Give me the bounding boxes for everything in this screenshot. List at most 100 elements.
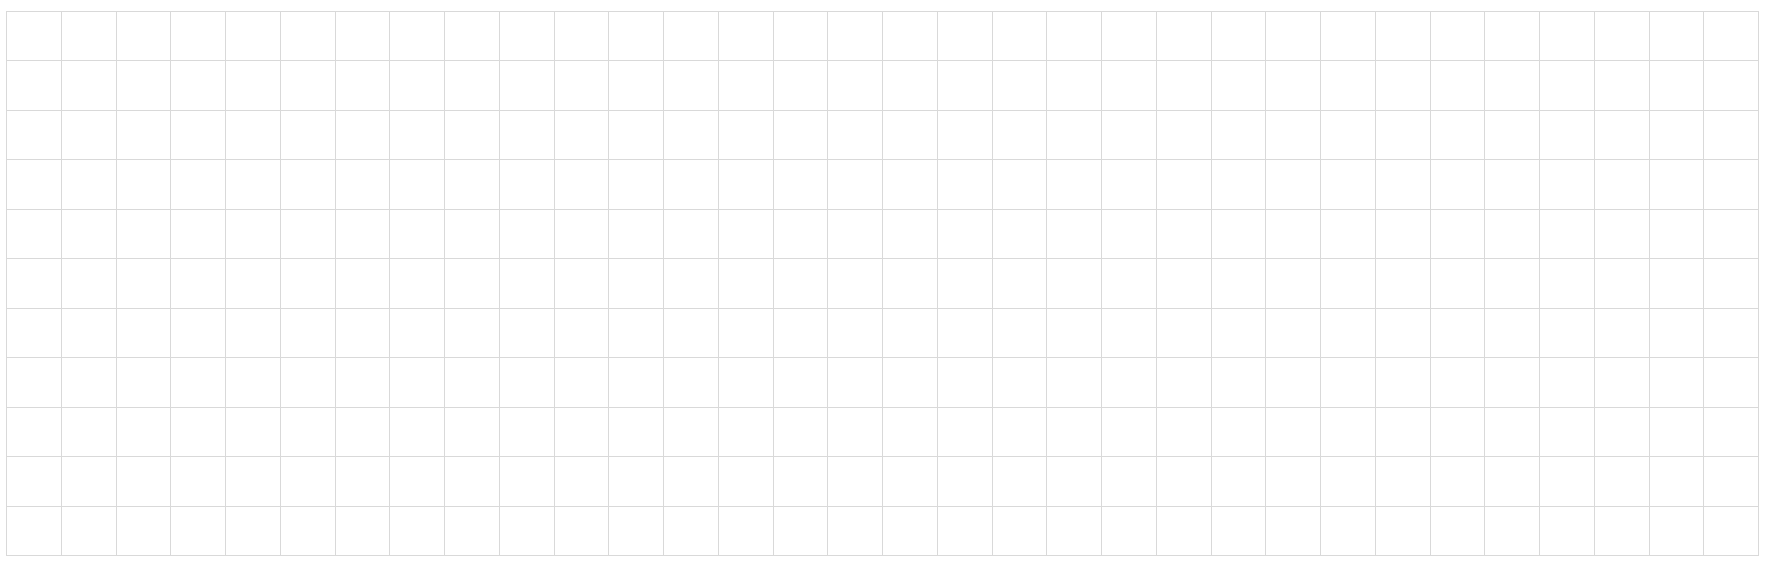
grid-cell[interactable] bbox=[772, 456, 829, 507]
grid-cell[interactable] bbox=[608, 258, 664, 309]
grid-cell[interactable] bbox=[1539, 357, 1595, 408]
grid-cell[interactable] bbox=[6, 406, 62, 458]
grid-cell[interactable] bbox=[6, 10, 62, 62]
grid-cell[interactable] bbox=[717, 307, 774, 359]
grid-cell[interactable] bbox=[389, 10, 445, 62]
grid-cell[interactable] bbox=[1429, 159, 1486, 210]
grid-cell[interactable] bbox=[936, 357, 993, 408]
grid-cell[interactable] bbox=[1265, 406, 1321, 458]
grid-cell[interactable] bbox=[279, 159, 336, 210]
grid-cell[interactable] bbox=[1593, 357, 1650, 408]
grid-cell[interactable] bbox=[772, 505, 829, 557]
grid-cell[interactable] bbox=[170, 258, 226, 309]
grid-cell[interactable] bbox=[1320, 60, 1376, 111]
grid-cell[interactable] bbox=[882, 456, 938, 507]
grid-cell[interactable] bbox=[608, 357, 664, 408]
grid-cell[interactable] bbox=[1703, 406, 1759, 458]
grid-cell[interactable] bbox=[991, 258, 1048, 309]
grid-cell[interactable] bbox=[115, 10, 172, 62]
grid-cell[interactable] bbox=[1210, 406, 1267, 458]
grid-cell[interactable] bbox=[1374, 307, 1431, 359]
grid-cell[interactable] bbox=[553, 60, 610, 111]
grid-cell[interactable] bbox=[170, 307, 226, 359]
grid-cell[interactable] bbox=[991, 208, 1048, 260]
grid-cell[interactable] bbox=[608, 505, 664, 557]
grid-cell[interactable] bbox=[991, 10, 1048, 62]
grid-cell[interactable] bbox=[1210, 505, 1267, 557]
grid-cell[interactable] bbox=[663, 60, 719, 111]
grid-cell[interactable] bbox=[170, 406, 226, 458]
grid-cell[interactable] bbox=[1210, 258, 1267, 309]
grid-cell[interactable] bbox=[1429, 307, 1486, 359]
grid-cell[interactable] bbox=[1648, 109, 1705, 161]
grid-cell[interactable] bbox=[115, 109, 172, 161]
grid-cell[interactable] bbox=[60, 406, 117, 458]
grid-cell[interactable] bbox=[444, 109, 500, 161]
grid-cell[interactable] bbox=[553, 307, 610, 359]
grid-cell[interactable] bbox=[334, 406, 391, 458]
grid-cell[interactable] bbox=[1210, 357, 1267, 408]
grid-cell[interactable] bbox=[553, 208, 610, 260]
grid-cell[interactable] bbox=[225, 456, 281, 507]
grid-cell[interactable] bbox=[882, 406, 938, 458]
grid-cell[interactable] bbox=[1265, 357, 1321, 408]
grid-cell[interactable] bbox=[1155, 159, 1212, 210]
grid-cell[interactable] bbox=[772, 159, 829, 210]
grid-cell[interactable] bbox=[115, 357, 172, 408]
grid-cell[interactable] bbox=[1593, 208, 1650, 260]
grid-cell[interactable] bbox=[334, 505, 391, 557]
grid-cell[interactable] bbox=[1703, 258, 1759, 309]
grid-cell[interactable] bbox=[444, 159, 500, 210]
grid-cell[interactable] bbox=[553, 505, 610, 557]
grid-cell[interactable] bbox=[936, 505, 993, 557]
grid-cell[interactable] bbox=[663, 456, 719, 507]
grid-cell[interactable] bbox=[882, 208, 938, 260]
grid-cell[interactable] bbox=[225, 10, 281, 62]
grid-cell[interactable] bbox=[498, 208, 555, 260]
grid-cell[interactable] bbox=[1648, 307, 1705, 359]
grid-cell[interactable] bbox=[444, 258, 500, 309]
grid-cell[interactable] bbox=[389, 406, 445, 458]
grid-cell[interactable] bbox=[1155, 258, 1212, 309]
grid-cell[interactable] bbox=[1046, 357, 1102, 408]
grid-cell[interactable] bbox=[553, 406, 610, 458]
grid-cell[interactable] bbox=[1265, 505, 1321, 557]
grid-cell[interactable] bbox=[1374, 159, 1431, 210]
grid-cell[interactable] bbox=[1046, 10, 1102, 62]
grid-cell[interactable] bbox=[1210, 208, 1267, 260]
grid-cell[interactable] bbox=[1429, 60, 1486, 111]
grid-cell[interactable] bbox=[1429, 357, 1486, 408]
grid-cell[interactable] bbox=[498, 60, 555, 111]
grid-cell[interactable] bbox=[936, 60, 993, 111]
grid-cell[interactable] bbox=[1484, 159, 1540, 210]
grid-cell[interactable] bbox=[1648, 258, 1705, 309]
grid-cell[interactable] bbox=[1210, 307, 1267, 359]
grid-cell[interactable] bbox=[1155, 406, 1212, 458]
grid-cell[interactable] bbox=[225, 258, 281, 309]
grid-cell[interactable] bbox=[1593, 159, 1650, 210]
grid-cell[interactable] bbox=[115, 505, 172, 557]
grid-cell[interactable] bbox=[882, 10, 938, 62]
grid-cell[interactable] bbox=[1320, 159, 1376, 210]
grid-cell[interactable] bbox=[334, 10, 391, 62]
grid-cell[interactable] bbox=[1539, 505, 1595, 557]
grid-cell[interactable] bbox=[882, 109, 938, 161]
grid-cell[interactable] bbox=[882, 60, 938, 111]
grid-cell[interactable] bbox=[1484, 456, 1540, 507]
grid-cell[interactable] bbox=[498, 109, 555, 161]
grid-cell[interactable] bbox=[170, 109, 226, 161]
grid-cell[interactable] bbox=[6, 60, 62, 111]
grid-cell[interactable] bbox=[279, 406, 336, 458]
grid-cell[interactable] bbox=[1429, 208, 1486, 260]
grid-cell[interactable] bbox=[1101, 505, 1157, 557]
grid-cell[interactable] bbox=[389, 208, 445, 260]
grid-cell[interactable] bbox=[1648, 357, 1705, 408]
grid-cell[interactable] bbox=[1484, 109, 1540, 161]
grid-cell[interactable] bbox=[115, 208, 172, 260]
grid-cell[interactable] bbox=[279, 10, 336, 62]
grid-cell[interactable] bbox=[60, 109, 117, 161]
grid-cell[interactable] bbox=[225, 357, 281, 408]
grid-cell[interactable] bbox=[1265, 60, 1321, 111]
grid-cell[interactable] bbox=[115, 307, 172, 359]
grid-cell[interactable] bbox=[991, 505, 1048, 557]
